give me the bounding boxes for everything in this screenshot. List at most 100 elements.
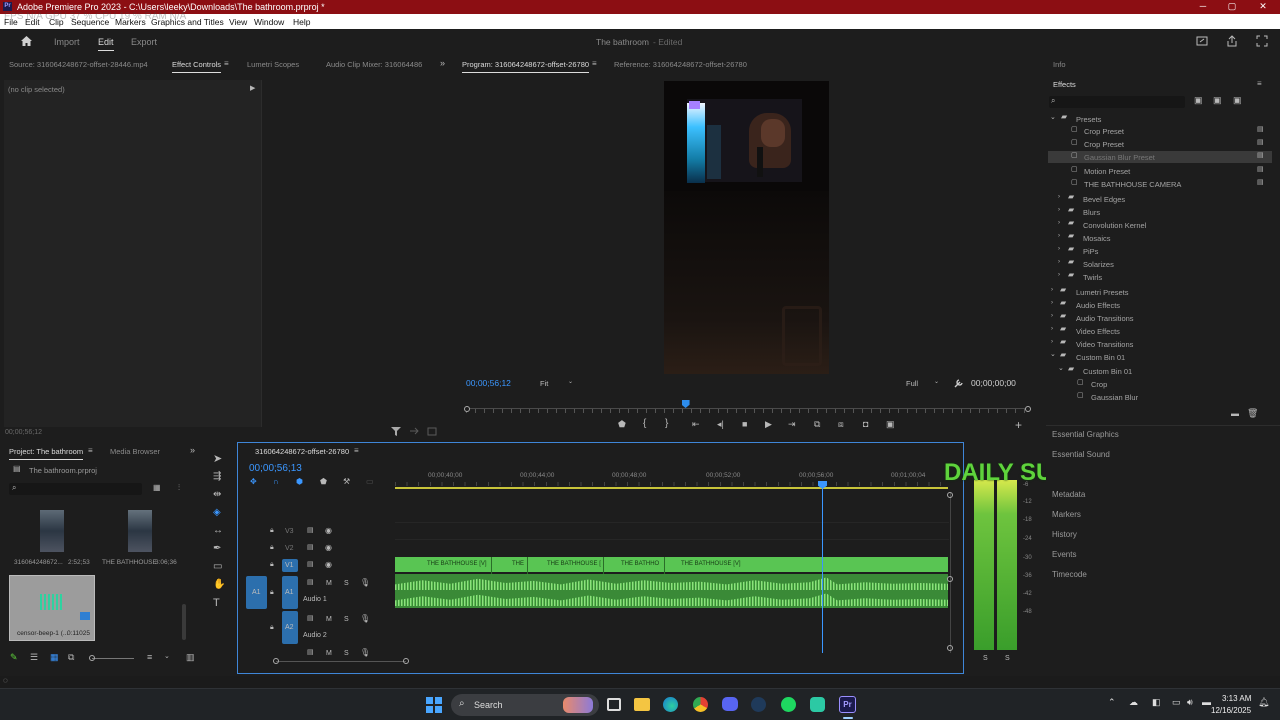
go-to-out-icon[interactable]: ⇥ xyxy=(788,420,796,429)
task-view-icon[interactable] xyxy=(607,698,621,711)
start-icon[interactable] xyxy=(426,697,442,713)
media-browser-tab[interactable]: Media Browser xyxy=(110,447,160,456)
new-bin-icon[interactable]: ▦ xyxy=(153,484,161,492)
tray-chevron-icon[interactable]: ⌃ xyxy=(1108,698,1116,707)
file-explorer-icon[interactable] xyxy=(634,698,650,711)
cloud-icon[interactable]: ☁ xyxy=(1129,698,1138,707)
folder-chevron-icon[interactable]: › xyxy=(1051,300,1053,306)
preset-folder[interactable]: Solarizes xyxy=(1083,260,1114,269)
markers-panel[interactable]: Markers xyxy=(1052,510,1081,519)
tray-app-icon[interactable]: ◧ xyxy=(1152,698,1161,707)
preset-folder[interactable]: Bevel Edges xyxy=(1083,195,1125,204)
accelerated-effects-icon[interactable]: ▣ xyxy=(1194,96,1203,105)
network-icon[interactable]: ▭ xyxy=(1172,698,1181,707)
film-icon[interactable]: ▤ xyxy=(307,561,314,568)
project-more-icon[interactable]: » xyxy=(190,446,195,455)
snap-icon[interactable]: ∩ xyxy=(273,478,279,486)
folder-chevron-icon[interactable]: › xyxy=(1051,287,1053,293)
automate-icon[interactable]: ▥ xyxy=(186,653,195,662)
add-marker-icon[interactable]: ⬟ xyxy=(618,420,626,429)
source-tab[interactable]: Source: 316064248672-offset-28446.mp4 xyxy=(9,60,148,69)
edit-tab[interactable]: Edit xyxy=(98,37,114,51)
menu-sequence[interactable]: Sequence xyxy=(71,17,109,27)
film-icon[interactable]: ▤ xyxy=(307,527,314,534)
h-scroll-right-handle[interactable] xyxy=(403,658,409,664)
minimize-button[interactable]: ─ xyxy=(1196,2,1210,11)
resolution-select[interactable]: Full xyxy=(906,379,918,388)
project-item-video[interactable] xyxy=(40,510,64,552)
taskbar-search[interactable]: ⌕ Search xyxy=(451,694,599,716)
info-panel-label[interactable]: Info xyxy=(1053,60,1066,69)
share-icon[interactable] xyxy=(1226,35,1238,47)
mic-icon[interactable]: 🎙︎ xyxy=(360,579,370,587)
program-start-handle[interactable] xyxy=(464,406,470,412)
rectangle-tool-icon[interactable]: ▭ xyxy=(213,562,222,572)
close-button[interactable]: ✕ xyxy=(1256,2,1270,11)
preset-item[interactable]: Gaussian Blur Preset xyxy=(1084,153,1155,162)
folder-chevron-icon[interactable]: › xyxy=(1051,326,1053,332)
mute-button[interactable]: M xyxy=(326,650,332,657)
folder-chevron-icon[interactable]: › xyxy=(1058,272,1060,278)
folder-chevron-icon[interactable]: › xyxy=(1051,339,1053,345)
mark-out-icon[interactable]: } xyxy=(665,419,668,429)
film-icon[interactable]: ▤ xyxy=(307,615,314,622)
chrome-icon[interactable] xyxy=(693,697,708,712)
eye-icon[interactable]: ◉ xyxy=(325,527,332,535)
lock-icon[interactable]: 🔒︎ xyxy=(270,624,274,631)
trash-icon[interactable]: 🗑︎ xyxy=(1247,409,1258,418)
zoom-slider-knob[interactable] xyxy=(89,655,95,661)
effect-controls-tab[interactable]: Effect Controls xyxy=(172,60,222,73)
resolution-chevron-icon[interactable]: ⌄ xyxy=(934,379,939,385)
notification-icon[interactable]: 🔔︎ xyxy=(1258,698,1269,707)
timeline-v-scroll[interactable] xyxy=(950,493,951,653)
lock-icon[interactable]: 🔒︎ xyxy=(270,527,274,534)
mark-in-icon[interactable]: { xyxy=(643,419,646,429)
discord-icon[interactable] xyxy=(722,697,738,711)
program-playhead[interactable] xyxy=(681,400,690,408)
solo-button[interactable]: S xyxy=(344,580,349,587)
icon-view-icon[interactable]: ▦ xyxy=(50,653,59,662)
premiere-taskbar-icon[interactable]: Pr xyxy=(839,696,856,713)
comparison-icon[interactable]: ▣ xyxy=(886,420,895,429)
work-area-bar[interactable] xyxy=(395,487,948,489)
panel-menu-icon[interactable]: ≡ xyxy=(224,60,229,68)
video-frame[interactable] xyxy=(664,81,829,374)
sequence-tab[interactable]: 316064248672-offset-26780 xyxy=(255,447,349,456)
project-scrollbar[interactable] xyxy=(182,604,186,640)
preset-folder[interactable]: PiPs xyxy=(1083,247,1098,256)
essential-sound-panel[interactable]: Essential Sound xyxy=(1052,450,1110,459)
expand-arrow-icon[interactable]: ▶ xyxy=(250,85,255,92)
home-icon[interactable] xyxy=(20,35,33,47)
yuv-effects-icon[interactable]: ▣ xyxy=(1233,96,1242,105)
zoom-slider[interactable] xyxy=(92,658,134,659)
battery-icon[interactable]: ▬ xyxy=(1202,698,1211,707)
folder-chevron-icon[interactable]: › xyxy=(1058,259,1060,265)
lock-icon[interactable]: 🔒︎ xyxy=(270,589,274,596)
hand-tool-icon[interactable]: ✋ xyxy=(213,580,225,590)
list-view-icon[interactable]: ☰ xyxy=(30,653,38,662)
effects-panel-label[interactable]: Effects xyxy=(1053,80,1076,89)
effects-folder[interactable]: Video Transitions xyxy=(1076,340,1133,349)
timeline-wrench-icon[interactable]: ⚒ xyxy=(343,478,350,486)
folder-chevron-icon[interactable]: › xyxy=(1058,207,1060,213)
timecode-panel[interactable]: Timecode xyxy=(1052,570,1087,579)
metadata-panel[interactable]: Metadata xyxy=(1052,490,1085,499)
effects-menu-icon[interactable]: ≡ xyxy=(1257,80,1262,88)
more-tabs-icon[interactable]: » xyxy=(440,59,445,68)
program-tab[interactable]: Program: 316064248672-offset-26780 xyxy=(462,60,590,73)
film-icon[interactable]: ▤ xyxy=(307,579,314,586)
step-back-icon[interactable]: ◂| xyxy=(717,420,724,429)
solo-button[interactable]: S xyxy=(344,616,349,623)
meter-solo-right[interactable]: S xyxy=(1005,655,1010,662)
camera-icon[interactable]: ◘ xyxy=(863,420,868,429)
type-tool-icon[interactable]: T xyxy=(213,598,220,609)
wrench-icon[interactable] xyxy=(954,378,964,388)
linked-selection-icon[interactable]: ⬢ xyxy=(296,478,303,486)
solo-button[interactable]: S xyxy=(344,650,349,657)
effects-folder[interactable]: Custom Bin 01 xyxy=(1076,353,1125,362)
filter-icon[interactable] xyxy=(391,427,401,436)
menu-markers[interactable]: Markers xyxy=(115,17,146,27)
spotify-icon[interactable] xyxy=(781,697,796,712)
settings-icon[interactable] xyxy=(427,427,437,436)
timeline-h-scroll[interactable] xyxy=(276,661,406,662)
